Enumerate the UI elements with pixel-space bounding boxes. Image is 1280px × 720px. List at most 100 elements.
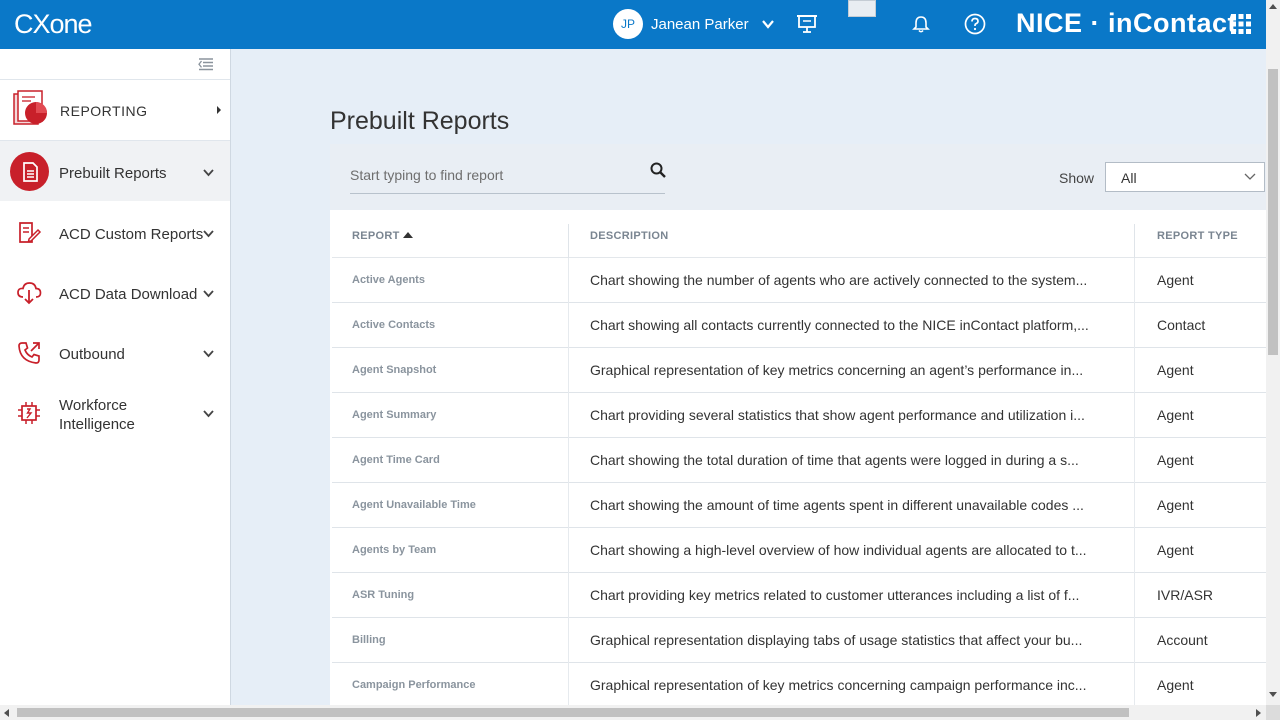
column-divider — [1134, 663, 1135, 708]
scrollbar-corner — [1266, 705, 1280, 720]
scroll-up-arrow-icon[interactable] — [1269, 4, 1277, 9]
cxone-logo[interactable]: CXone — [14, 7, 93, 41]
table-row[interactable]: Agent Unavailable Time Chart showing the … — [332, 483, 1266, 528]
show-filter-select[interactable]: All — [1105, 162, 1265, 192]
sidebar-item-acd-custom-reports[interactable]: ACD Custom Reports — [0, 201, 230, 261]
nice-incontact-brand: NICE · inContact — [1016, 8, 1237, 39]
report-name-link[interactable]: ASR Tuning — [352, 589, 414, 601]
report-name-link[interactable]: Agent Snapshot — [352, 364, 436, 376]
sidebar-item-label: Outbound — [59, 346, 125, 363]
report-description: Graphical representation displaying tabs… — [590, 632, 1083, 648]
column-header-description[interactable]: DESCRIPTION — [590, 216, 668, 258]
report-type: Agent — [1157, 407, 1194, 423]
column-divider — [568, 348, 569, 393]
column-header-report-type[interactable]: REPORT TYPE — [1157, 216, 1238, 258]
scroll-left-arrow-icon[interactable] — [4, 709, 9, 717]
notification-bell-icon[interactable] — [909, 12, 933, 36]
column-divider — [568, 438, 569, 483]
report-name-link[interactable]: Agent Summary — [352, 409, 436, 421]
report-name-link[interactable]: Campaign Performance — [352, 679, 475, 691]
chevron-down-icon — [761, 20, 774, 29]
scroll-right-arrow-icon[interactable] — [1256, 709, 1261, 717]
report-type: Agent — [1157, 272, 1194, 288]
report-description: Chart showing the number of agents who a… — [590, 272, 1088, 288]
report-name-link[interactable]: Agent Time Card — [352, 454, 440, 466]
column-header-report[interactable]: REPORT — [352, 216, 413, 258]
report-type: Agent — [1157, 542, 1194, 558]
column-divider — [1134, 393, 1135, 438]
column-divider — [1134, 528, 1135, 573]
table-row[interactable]: Agent Snapshot Graphical representation o… — [332, 348, 1266, 393]
chevron-down-icon — [203, 230, 214, 238]
report-type: Agent — [1157, 677, 1194, 693]
report-description: Graphical representation of key metrics … — [590, 677, 1087, 693]
report-description: Chart showing the amount of time agents … — [590, 497, 1084, 513]
collapse-sidebar-icon[interactable] — [197, 57, 215, 71]
report-type: Contact — [1157, 317, 1206, 333]
column-divider — [1134, 303, 1135, 348]
cloud-download-icon — [17, 282, 42, 305]
table-row[interactable]: Billing Graphical representation displayi… — [332, 618, 1266, 663]
report-name-link[interactable]: Agents by Team — [352, 544, 436, 556]
search-input[interactable] — [350, 158, 640, 192]
chevron-down-icon — [1244, 173, 1256, 180]
filter-bar: Show All — [330, 144, 1266, 210]
table-row[interactable]: Active Agents Chart showing the number of… — [332, 258, 1266, 303]
horizontal-scroll-thumb[interactable] — [17, 708, 1129, 717]
user-name: Janean Parker — [651, 15, 749, 33]
report-name-link[interactable]: Billing — [352, 634, 386, 646]
help-icon[interactable] — [963, 12, 987, 36]
search-icon[interactable] — [650, 162, 666, 178]
reports-panel: Show All REPORT DESCRIPTION REPORT TYPE … — [330, 144, 1266, 710]
table-row[interactable]: Active Contacts Chart showing all contact… — [332, 303, 1266, 348]
presentation-icon[interactable] — [795, 12, 819, 36]
table-row[interactable]: Agent Summary Chart providing several sta… — [332, 393, 1266, 438]
report-name-link[interactable]: Active Agents — [352, 274, 425, 286]
sidebar-item-prebuilt-reports[interactable]: Prebuilt Reports — [0, 141, 230, 201]
scroll-down-arrow-icon[interactable] — [1269, 692, 1277, 697]
user-menu[interactable]: JP Janean Parker — [613, 9, 775, 39]
column-divider — [568, 663, 569, 708]
report-type: Account — [1157, 632, 1208, 648]
sidebar-item-label: ACD Data Download — [59, 286, 198, 303]
column-divider — [568, 393, 569, 438]
column-divider — [1134, 258, 1135, 303]
report-description: Graphical representation of key metrics … — [590, 362, 1084, 378]
report-description: Chart showing all contacts currently con… — [590, 317, 1089, 333]
table-row[interactable]: ASR Tuning Chart providing key metrics re… — [332, 573, 1266, 618]
report-description: Chart showing a high-level overview of h… — [590, 542, 1087, 558]
column-divider — [568, 573, 569, 618]
brand-text: NICE · inContact — [1016, 8, 1237, 38]
report-type: Agent — [1157, 362, 1194, 378]
column-divider — [1134, 483, 1135, 528]
horizontal-scrollbar[interactable] — [0, 705, 1266, 720]
column-divider — [568, 618, 569, 663]
chevron-down-icon — [203, 169, 214, 177]
sidebar-item-label: Workforce Intelligence — [59, 397, 135, 433]
vertical-scroll-thumb[interactable] — [1268, 69, 1278, 355]
broken-image-placeholder — [848, 0, 876, 17]
chevron-down-icon — [203, 290, 214, 298]
column-divider — [1134, 348, 1135, 393]
column-divider — [1134, 224, 1135, 258]
report-name-link[interactable]: Active Contacts — [352, 319, 435, 331]
table-row[interactable]: Agents by Team Chart showing a high-level… — [332, 528, 1266, 573]
column-divider — [568, 303, 569, 348]
edit-document-icon — [19, 222, 42, 243]
phone-outgoing-icon — [18, 342, 40, 364]
column-divider — [568, 258, 569, 303]
vertical-scrollbar[interactable] — [1266, 0, 1280, 705]
table-row[interactable]: Campaign Performance Graphical representa… — [332, 663, 1266, 708]
sidebar: REPORTING Prebuilt Reports ACD Custom Re… — [0, 49, 231, 720]
report-type: Agent — [1157, 497, 1194, 513]
table-row[interactable]: Agent Time Card Chart showing the total d… — [332, 438, 1266, 483]
sidebar-item-outbound[interactable]: Outbound — [0, 321, 230, 381]
sidebar-item-workforce-intelligence[interactable]: Workforce Intelligence — [0, 381, 230, 441]
column-divider — [1134, 438, 1135, 483]
sidebar-item-acd-data-download[interactable]: ACD Data Download — [0, 261, 230, 321]
report-name-link[interactable]: Agent Unavailable Time — [352, 499, 476, 511]
column-header-label: REPORT — [352, 230, 400, 242]
report-description: Chart showing the total duration of time… — [590, 452, 1079, 468]
app-grid-icon[interactable] — [1229, 12, 1253, 36]
module-switcher-reporting[interactable]: REPORTING — [0, 80, 230, 141]
